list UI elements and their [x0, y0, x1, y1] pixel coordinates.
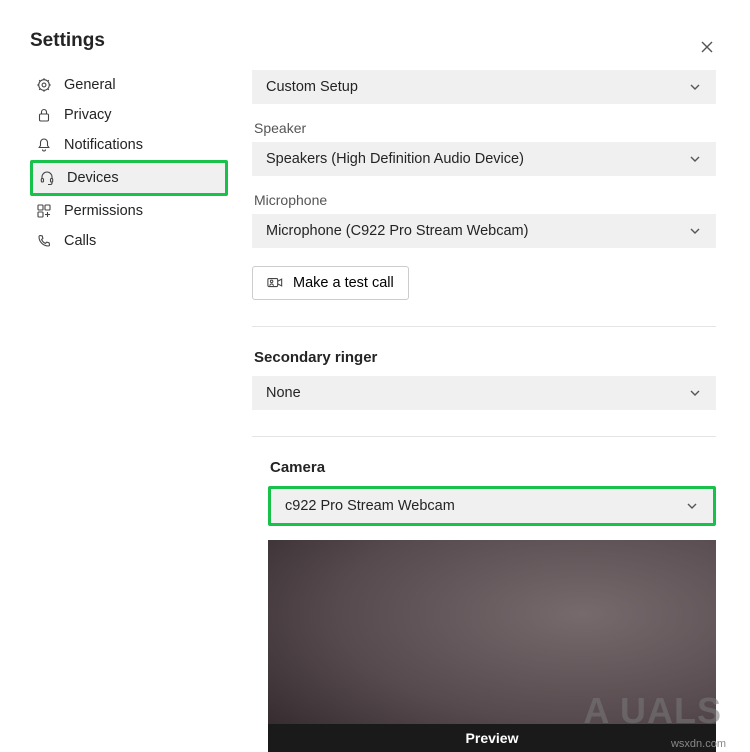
speaker-dropdown[interactable]: Speakers (High Definition Audio Device) [252, 142, 716, 176]
preview-label: Preview [268, 724, 716, 752]
camera-preview: Preview [268, 540, 716, 752]
sidebar-item-label: Privacy [64, 107, 112, 123]
sidebar-item-calls[interactable]: Calls [30, 226, 228, 256]
camera-header: Camera [270, 459, 716, 476]
dialog-title: Settings [18, 18, 732, 70]
bell-icon [36, 137, 52, 153]
headset-icon [39, 170, 55, 186]
sidebar-item-devices[interactable]: Devices [33, 163, 225, 193]
divider [252, 436, 716, 437]
lock-icon [36, 107, 52, 123]
speaker-label: Speaker [254, 120, 716, 136]
dropdown-value: Microphone (C922 Pro Stream Webcam) [266, 223, 528, 239]
settings-main: Custom Setup Speaker Speakers (High Defi… [228, 70, 720, 752]
button-label: Make a test call [293, 275, 394, 291]
sidebar-item-label: General [64, 77, 116, 93]
secondary-ringer-dropdown[interactable]: None [252, 376, 716, 410]
sidebar-item-label: Devices [67, 170, 119, 186]
apps-icon [36, 203, 52, 219]
sidebar-item-notifications[interactable]: Notifications [30, 130, 228, 160]
settings-dialog: Settings General Privacy Noti [18, 18, 732, 732]
test-call-button[interactable]: Make a test call [252, 266, 409, 300]
close-button[interactable] [696, 36, 718, 58]
dropdown-value: Custom Setup [266, 79, 358, 95]
gear-icon [36, 77, 52, 93]
chevron-down-icon [688, 152, 702, 166]
test-call-icon [267, 275, 283, 291]
dropdown-value: Speakers (High Definition Audio Device) [266, 151, 524, 167]
sidebar-item-label: Permissions [64, 203, 143, 219]
highlight-devices: Devices [30, 160, 228, 196]
chevron-down-icon [688, 224, 702, 238]
camera-dropdown[interactable]: c922 Pro Stream Webcam [271, 489, 713, 523]
chevron-down-icon [685, 499, 699, 513]
dropdown-value: None [266, 385, 301, 401]
chevron-down-icon [688, 80, 702, 94]
source-text: wsxdn.com [671, 738, 726, 750]
sidebar-item-general[interactable]: General [30, 70, 228, 100]
dropdown-value: c922 Pro Stream Webcam [285, 498, 455, 514]
phone-icon [36, 233, 52, 249]
microphone-label: Microphone [254, 192, 716, 208]
sidebar-item-label: Notifications [64, 137, 143, 153]
close-icon [701, 41, 713, 53]
divider [252, 326, 716, 327]
secondary-ringer-header: Secondary ringer [254, 349, 716, 366]
audio-setup-dropdown[interactable]: Custom Setup [252, 70, 716, 104]
highlight-camera: c922 Pro Stream Webcam [268, 486, 716, 526]
sidebar-item-label: Calls [64, 233, 96, 249]
sidebar-item-permissions[interactable]: Permissions [30, 196, 228, 226]
settings-sidebar: General Privacy Notifications [30, 70, 228, 752]
microphone-dropdown[interactable]: Microphone (C922 Pro Stream Webcam) [252, 214, 716, 248]
sidebar-item-privacy[interactable]: Privacy [30, 100, 228, 130]
chevron-down-icon [688, 386, 702, 400]
